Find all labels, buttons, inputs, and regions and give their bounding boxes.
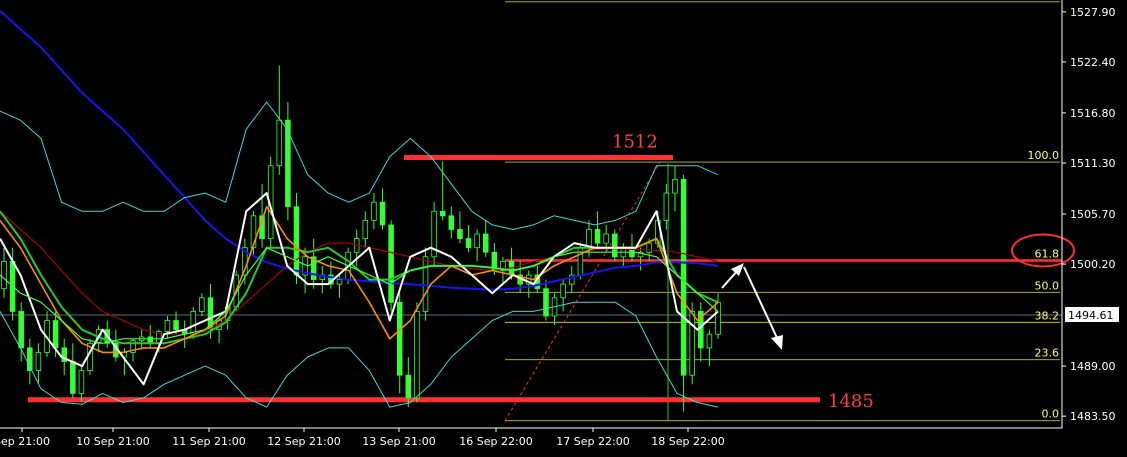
time-tick-label: 10 Sep 21:00 [76,435,149,448]
candle-body [396,301,403,376]
price-tick-label: 1483.50 [1070,410,1116,423]
candle-body [706,333,713,349]
candle-body [680,178,687,376]
candle-body [672,178,678,194]
candle-body [1,260,7,290]
candle-body [336,279,343,285]
fib-level-label: 50.0 [1035,279,1060,292]
candle-body [457,229,463,239]
fib-level-label: 38.2 [1035,309,1060,322]
price-tick-label: 1527.90 [1070,6,1116,19]
candle-body [379,201,386,226]
candle-body [689,311,695,376]
price-tick-label: 1500.20 [1070,258,1116,271]
time-tick-label: Sep 21:00 [0,435,50,448]
time-tick-label: 17 Sep 22:00 [556,435,629,448]
candle-body [388,224,394,303]
candle-body [594,229,601,244]
level-label: 1512 [612,132,658,153]
time-tick-label: 16 Sep 22:00 [459,435,532,448]
candle-body [52,320,59,349]
candle-body [173,320,179,331]
candle-body [612,233,618,258]
indicator-line [0,301,719,408]
candle-body [603,233,609,244]
candle-body [646,242,652,253]
price-tick-label: 1522.40 [1070,56,1116,69]
candle-body [663,192,670,221]
candle-body [276,119,283,167]
current-price-label: 1494.61 [1068,309,1114,322]
candle-body [70,361,76,394]
fib-level-label: 61.8 [1035,247,1060,260]
candle-body [448,215,455,230]
candle-body [78,370,85,394]
candle-body [422,256,429,312]
fib-level-label: 100.0 [1028,149,1060,162]
candle-body [482,233,489,253]
candle-body [199,297,205,312]
candle-body [190,311,197,335]
candle-body [465,238,472,249]
fib-level-label: 0.0 [1042,408,1060,421]
level-label: 1485 [828,391,874,412]
price-tick-label: 1489.00 [1070,360,1116,373]
price-chart: 161.8 100.0 61.8 50.0 38.2 23.6 0.0 1512 1485 1… [0,0,1119,448]
candle-body [164,320,171,332]
candle-body [560,283,566,299]
candle-body [18,311,24,349]
time-tick-label: 13 Sep 21:00 [362,435,435,448]
candle-body [285,119,291,208]
price-tick-label: 1511.30 [1070,157,1116,170]
time-tick-label: 11 Sep 21:00 [172,435,245,448]
candle-body [414,311,420,399]
candle-body [35,352,42,372]
candle-body [371,201,377,221]
candle-body [405,374,412,399]
time-tick-label: 18 Sep 22:00 [651,435,724,448]
arrow-up-head [731,263,744,276]
price-tick-label: 1505.70 [1070,208,1116,221]
time-tick-label: 12 Sep 21:00 [267,435,340,448]
fib-level-label: 23.6 [1035,347,1060,360]
fib-level-label: 161.8 [1028,0,1060,2]
chart-window: 161.8 100.0 61.8 50.0 38.2 23.6 0.0 1512 1485 1… [0,0,1127,453]
price-tick-label: 1516.80 [1070,107,1116,120]
indicator-line [0,101,719,230]
arrow-down-shaft [743,266,779,341]
indicator-line [0,210,719,335]
candle-body [474,233,480,249]
candle-body [715,301,721,335]
candle-body [543,288,549,317]
candle-body [293,206,300,276]
candle-body [439,210,446,217]
candle-body [586,229,592,249]
candle-body [362,219,369,239]
arrow-down-head [771,335,783,350]
